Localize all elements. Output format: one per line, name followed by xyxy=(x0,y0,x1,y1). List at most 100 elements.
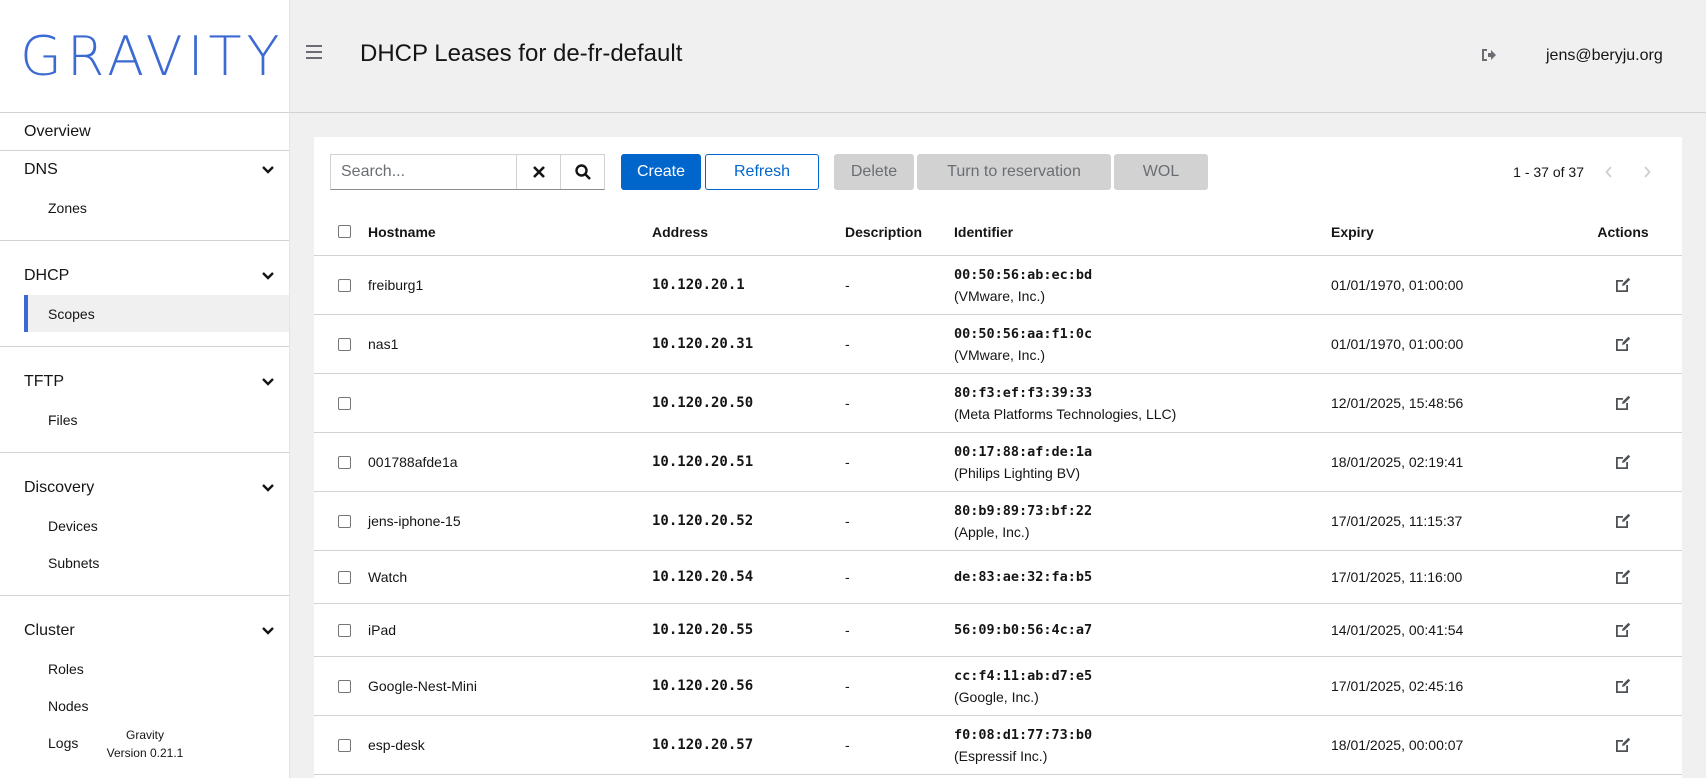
create-button[interactable]: Create xyxy=(621,154,701,190)
table-row[interactable]: esp-desk 10.120.20.57 - f0:08:d1:77:73:b… xyxy=(314,716,1682,775)
row-checkbox[interactable] xyxy=(338,455,351,469)
sidebar-item-label: Zones xyxy=(48,199,87,216)
wol-button[interactable]: WOL xyxy=(1114,154,1208,190)
vendor-name: (Meta Platforms Technologies, LLC) xyxy=(954,405,1177,422)
mac-address: 56:09:b0:56:4c:a7 xyxy=(954,621,1093,638)
cell-description: - xyxy=(845,395,850,411)
sidebar-item-zones[interactable]: Zones xyxy=(0,189,289,226)
row-checkbox[interactable] xyxy=(338,278,351,292)
sidebar-group-dhcp: DHCP Scopes xyxy=(0,241,289,347)
sidebar-item-nodes[interactable]: Nodes xyxy=(0,687,289,724)
vendor-name: (Google, Inc.) xyxy=(954,688,1039,705)
table-row[interactable]: Watch 10.120.20.54 - de:83:ae:32:fa:b5 1… xyxy=(314,551,1682,604)
row-checkbox[interactable] xyxy=(338,337,351,351)
edit-icon[interactable] xyxy=(1614,335,1632,353)
previous-page-icon[interactable] xyxy=(1590,154,1628,190)
row-checkbox[interactable] xyxy=(338,514,351,528)
cell-hostname: nas1 xyxy=(368,336,399,352)
sidebar-item-subnets[interactable]: Subnets xyxy=(0,544,289,581)
hamburger-menu-icon[interactable] xyxy=(306,45,322,59)
sidebar-item-overview[interactable]: Overview xyxy=(0,113,289,151)
page-title: DHCP Leases for de-fr-default xyxy=(360,40,683,67)
table-row[interactable]: jens-iphone-15 10.120.20.52 - 80:b9:89:7… xyxy=(314,492,1682,551)
cell-hostname: esp-desk xyxy=(368,737,425,753)
cell-identifier: 80:b9:89:73:bf:22 (Apple, Inc.) xyxy=(954,501,1331,542)
cell-address: 10.120.20.1 xyxy=(652,277,745,293)
edit-icon[interactable] xyxy=(1614,394,1632,412)
table-row[interactable]: nas1 10.120.20.31 - 00:50:56:aa:f1:0c (VM… xyxy=(314,315,1682,374)
next-page-icon[interactable] xyxy=(1628,154,1666,190)
clear-icon[interactable] xyxy=(516,155,560,189)
search-input[interactable] xyxy=(331,155,516,189)
sidebar-item-devices[interactable]: Devices xyxy=(0,507,289,544)
table-row[interactable]: iPad 10.120.20.55 - 56:09:b0:56:4c:a7 14… xyxy=(314,604,1682,657)
search-icon[interactable] xyxy=(560,155,604,189)
mac-address: de:83:ae:32:fa:b5 xyxy=(954,568,1093,585)
edit-icon[interactable] xyxy=(1614,276,1632,294)
column-header-address[interactable]: Address xyxy=(652,224,845,240)
logo-area: GRAVITY xyxy=(0,0,289,113)
page-header: DHCP Leases for de-fr-default jens@beryj… xyxy=(290,0,1706,113)
table-row[interactable]: 10.120.20.50 - 80:f3:ef:f3:39:33 (Meta Pl… xyxy=(314,374,1682,433)
cell-description: - xyxy=(845,678,850,694)
search-box xyxy=(330,154,605,190)
column-header-expiry[interactable]: Expiry xyxy=(1331,224,1564,240)
cell-identifier: 00:50:56:aa:f1:0c (VMware, Inc.) xyxy=(954,324,1331,365)
pagination: 1 - 37 of 37 xyxy=(1513,154,1666,190)
edit-icon[interactable] xyxy=(1614,736,1632,754)
gravity-logo[interactable]: GRAVITY xyxy=(20,25,285,88)
sidebar-item-roles[interactable]: Roles xyxy=(0,650,289,687)
mac-address: 00:17:88:af:de:1a xyxy=(954,443,1093,460)
column-header-actions: Actions xyxy=(1597,223,1649,240)
cell-address: 10.120.20.31 xyxy=(652,336,754,352)
sidebar-footer: Gravity Version 0.21.1 xyxy=(0,726,290,762)
cell-expiry: 01/01/1970, 01:00:00 xyxy=(1331,277,1464,293)
delete-button[interactable]: Delete xyxy=(834,154,914,190)
cell-address: 10.120.20.52 xyxy=(652,513,754,529)
row-checkbox[interactable] xyxy=(338,679,351,693)
row-checkbox[interactable] xyxy=(338,623,351,637)
edit-icon[interactable] xyxy=(1614,512,1632,530)
sidebar-item-scopes[interactable]: Scopes xyxy=(24,295,289,332)
row-checkbox[interactable] xyxy=(338,396,351,410)
user-email[interactable]: jens@beryju.org xyxy=(1546,47,1663,65)
app-version: Version 0.21.1 xyxy=(106,746,184,760)
cell-identifier: f0:08:d1:77:73:b0 (Espressif Inc.) xyxy=(954,725,1331,766)
cell-description: - xyxy=(845,454,850,470)
sidebar-group-discovery: Discovery Devices Subnets xyxy=(0,453,289,596)
edit-icon[interactable] xyxy=(1614,453,1632,471)
cell-description: - xyxy=(845,569,850,585)
cell-hostname: jens-iphone-15 xyxy=(368,513,461,529)
toolbar: Create Refresh Delete Turn to reservatio… xyxy=(330,154,1682,190)
cell-expiry: 14/01/2025, 00:41:54 xyxy=(1331,622,1464,638)
turn-to-reservation-button[interactable]: Turn to reservation xyxy=(917,154,1111,190)
edit-icon[interactable] xyxy=(1614,621,1632,639)
column-header-identifier[interactable]: Identifier xyxy=(954,224,1331,240)
refresh-button[interactable]: Refresh xyxy=(705,154,819,190)
column-header-description[interactable]: Description xyxy=(845,224,954,240)
sidebar-group-toggle-dns[interactable]: DNS xyxy=(0,151,289,189)
edit-icon[interactable] xyxy=(1614,677,1632,695)
column-header-hostname[interactable]: Hostname xyxy=(368,224,652,240)
sidebar-group-label: TFTP xyxy=(24,373,64,390)
select-all-checkbox[interactable] xyxy=(338,225,351,238)
sidebar-item-files[interactable]: Files xyxy=(0,401,289,438)
mac-address: cc:f4:11:ab:d7:e5 xyxy=(954,667,1093,684)
cell-expiry: 18/01/2025, 02:19:41 xyxy=(1331,454,1464,470)
table-row[interactable]: 001788afde1a 10.120.20.51 - 00:17:88:af:… xyxy=(314,433,1682,492)
edit-icon[interactable] xyxy=(1614,568,1632,586)
table-row[interactable]: Google-Nest-Mini 10.120.20.56 - cc:f4:11… xyxy=(314,657,1682,716)
sidebar-group-toggle-tftp[interactable]: TFTP xyxy=(0,363,289,401)
cell-identifier: 56:09:b0:56:4c:a7 xyxy=(954,620,1331,641)
sidebar-group-toggle-discovery[interactable]: Discovery xyxy=(0,469,289,507)
sidebar-group-toggle-cluster[interactable]: Cluster xyxy=(0,612,289,650)
cell-address: 10.120.20.55 xyxy=(652,622,754,638)
logout-icon[interactable] xyxy=(1480,47,1498,63)
row-checkbox[interactable] xyxy=(338,738,351,752)
row-checkbox[interactable] xyxy=(338,570,351,584)
table-row[interactable]: freiburg1 10.120.20.1 - 00:50:56:ab:ec:b… xyxy=(314,256,1682,315)
cell-expiry: 17/01/2025, 11:16:00 xyxy=(1331,569,1463,585)
sidebar-group-toggle-dhcp[interactable]: DHCP xyxy=(0,257,289,295)
cell-description: - xyxy=(845,622,850,638)
cell-hostname: Google-Nest-Mini xyxy=(368,678,477,694)
